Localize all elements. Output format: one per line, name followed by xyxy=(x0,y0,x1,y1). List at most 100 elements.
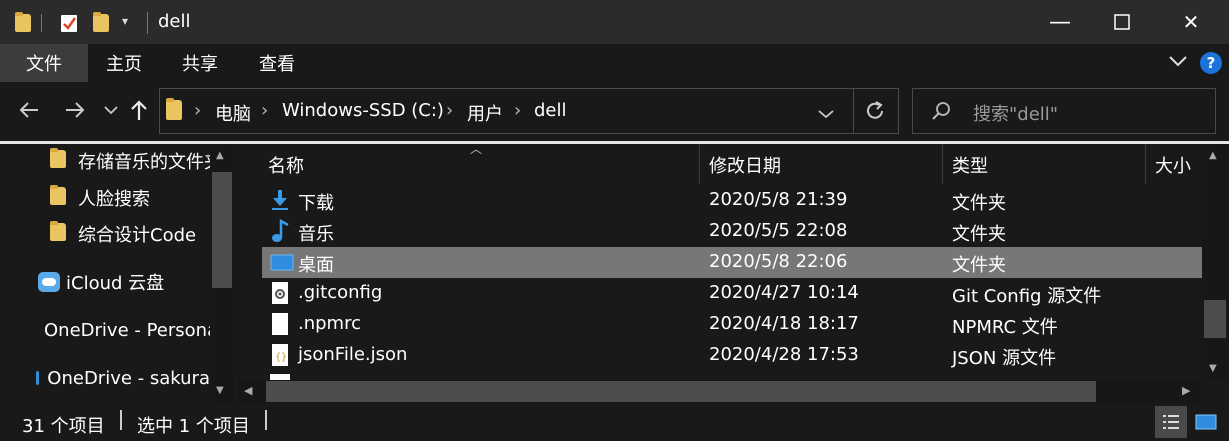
file-modified: 2020/4/18 18:17 xyxy=(709,313,859,334)
chevron-right-icon[interactable]: › xyxy=(446,100,453,121)
file-row[interactable]: .gitconfig 2020/4/27 10:14 Git Config 源文… xyxy=(262,278,1202,309)
search-icon xyxy=(930,100,952,127)
divider xyxy=(265,410,267,430)
horizontal-scrollbar-thumb[interactable] xyxy=(266,381,1096,402)
folder-icon xyxy=(50,147,66,173)
nav-item[interactable]: 人脸搜索 xyxy=(50,181,210,215)
json-file-icon: {} xyxy=(270,343,290,367)
file-name: jsonFile.json xyxy=(298,344,408,365)
breadcrumb-computer[interactable]: 电脑 xyxy=(215,100,251,126)
file-modified: 2020/4/27 10:14 xyxy=(709,282,859,303)
file-row[interactable]: 音乐 2020/5/5 22:08 文件夹 xyxy=(262,216,1202,247)
large-icons-view-button[interactable] xyxy=(1191,408,1221,436)
tab-home[interactable]: 主页 xyxy=(92,44,156,82)
file-list-scrollbar[interactable] xyxy=(1202,144,1229,380)
nav-item-label: 综合设计Code xyxy=(78,225,197,246)
customize-toolbar-icon[interactable]: ▾ xyxy=(122,14,128,28)
help-button[interactable]: ? xyxy=(1200,52,1222,74)
folder-icon xyxy=(50,184,66,210)
breadcrumb-dell[interactable]: dell xyxy=(534,100,567,121)
file-row[interactable]: 下载 2020/5/8 21:39 文件夹 xyxy=(262,185,1202,216)
folder-icon xyxy=(14,12,32,34)
file-type: NPMRC 文件 xyxy=(952,317,1058,338)
file-name: 下载 xyxy=(298,193,334,214)
item-count: 31 个项目 xyxy=(22,416,105,437)
file-name: 音乐 xyxy=(298,224,334,245)
nav-item-label: iCloud 云盘 xyxy=(66,273,165,294)
file-row-selected[interactable]: 桌面 2020/5/8 22:06 文件夹 xyxy=(262,247,1202,278)
forward-button[interactable] xyxy=(60,95,90,125)
properties-icon[interactable] xyxy=(60,12,78,34)
column-header-modified[interactable]: 修改日期 xyxy=(709,152,781,178)
file-type: 文件夹 xyxy=(952,224,1006,245)
scroll-down-arrow[interactable]: ▼ xyxy=(1209,363,1217,374)
recent-locations-button[interactable] xyxy=(96,95,126,125)
back-button[interactable] xyxy=(14,95,44,125)
divider xyxy=(853,89,854,133)
file-row[interactable]: {} jsonFile.json 2020/4/28 17:53 JSON 源文… xyxy=(262,340,1202,371)
divider xyxy=(147,12,148,34)
column-header-type[interactable]: 类型 xyxy=(952,152,988,178)
sort-ascending-icon: ︿ xyxy=(470,142,483,156)
column-divider[interactable] xyxy=(1145,144,1146,184)
scroll-left-arrow[interactable]: ◀ xyxy=(244,384,252,397)
onedrive-icon xyxy=(36,371,40,385)
up-button[interactable] xyxy=(124,95,154,125)
nav-item-onedrive-sakura[interactable]: OneDrive - sakura xyxy=(36,361,210,395)
file-name: .npmrc xyxy=(298,313,361,334)
scroll-up-arrow[interactable]: ▲ xyxy=(1209,150,1217,161)
divider xyxy=(120,410,122,430)
file-modified: 2020/5/8 21:39 xyxy=(709,189,848,210)
music-icon xyxy=(270,218,290,243)
chevron-right-icon[interactable]: › xyxy=(261,100,268,121)
nav-item-icloud[interactable]: iCloud 云盘 xyxy=(38,265,210,299)
file-modified: 2020/5/5 22:08 xyxy=(709,220,848,241)
divider xyxy=(41,14,42,32)
nav-item-onedrive-personal[interactable]: OneDrive - Personal xyxy=(36,313,210,347)
nav-scrollbar-thumb[interactable] xyxy=(212,172,232,288)
new-folder-icon[interactable] xyxy=(92,12,110,34)
nav-item[interactable]: 综合设计Code xyxy=(50,217,210,251)
file-icon xyxy=(270,312,290,336)
search-placeholder: 搜索"dell" xyxy=(973,104,1059,125)
file-row[interactable]: .npmrc 2020/4/18 18:17 NPMRC 文件 xyxy=(262,309,1202,340)
column-header-name[interactable]: 名称 xyxy=(268,152,304,178)
selected-count: 选中 1 个项目 xyxy=(137,416,250,437)
breadcrumb-drive[interactable]: Windows-SSD (C:) xyxy=(282,100,444,121)
chevron-right-icon[interactable]: › xyxy=(194,100,201,121)
download-icon xyxy=(270,188,290,212)
folder-icon xyxy=(166,98,182,120)
column-header-size[interactable]: 大小 xyxy=(1155,152,1191,178)
address-dropdown-icon[interactable] xyxy=(818,104,834,124)
expand-ribbon-icon[interactable] xyxy=(1168,52,1188,73)
chevron-right-icon[interactable]: › xyxy=(514,100,521,121)
file-list-scrollbar-thumb[interactable] xyxy=(1204,300,1226,338)
close-button[interactable]: ✕ xyxy=(1160,0,1222,44)
file-type: 文件夹 xyxy=(952,193,1006,214)
address-bar[interactable] xyxy=(159,88,899,134)
file-type: JSON 源文件 xyxy=(952,348,1057,369)
breadcrumb-users[interactable]: 用户 xyxy=(467,100,503,126)
file-name: 桌面 xyxy=(298,255,334,276)
file-type: Git Config 源文件 xyxy=(952,286,1102,307)
window-title: dell xyxy=(158,11,191,32)
file-name: .gitconfig xyxy=(298,282,383,303)
svg-text:{}: {} xyxy=(275,352,287,363)
maximize-button[interactable] xyxy=(1091,0,1153,44)
scroll-up-arrow[interactable]: ▲ xyxy=(216,150,224,161)
column-divider[interactable] xyxy=(942,144,943,184)
tab-share[interactable]: 共享 xyxy=(168,44,232,82)
refresh-icon[interactable] xyxy=(864,100,886,127)
scroll-down-arrow[interactable]: ▼ xyxy=(216,385,224,396)
minimize-button[interactable]: — xyxy=(1029,0,1091,44)
file-modified: 2020/5/8 22:06 xyxy=(709,251,848,272)
nav-item[interactable]: 存储音乐的文件夹 xyxy=(50,144,210,178)
details-view-button[interactable] xyxy=(1155,406,1187,438)
tab-view[interactable]: 查看 xyxy=(245,44,309,82)
scroll-right-arrow[interactable]: ▶ xyxy=(1182,384,1190,397)
nav-item-label: OneDrive - sakura xyxy=(47,367,210,389)
search-input[interactable] xyxy=(912,88,1216,134)
column-divider[interactable] xyxy=(699,144,700,184)
tab-file[interactable]: 文件 xyxy=(0,44,88,82)
desktop-icon xyxy=(270,250,294,274)
